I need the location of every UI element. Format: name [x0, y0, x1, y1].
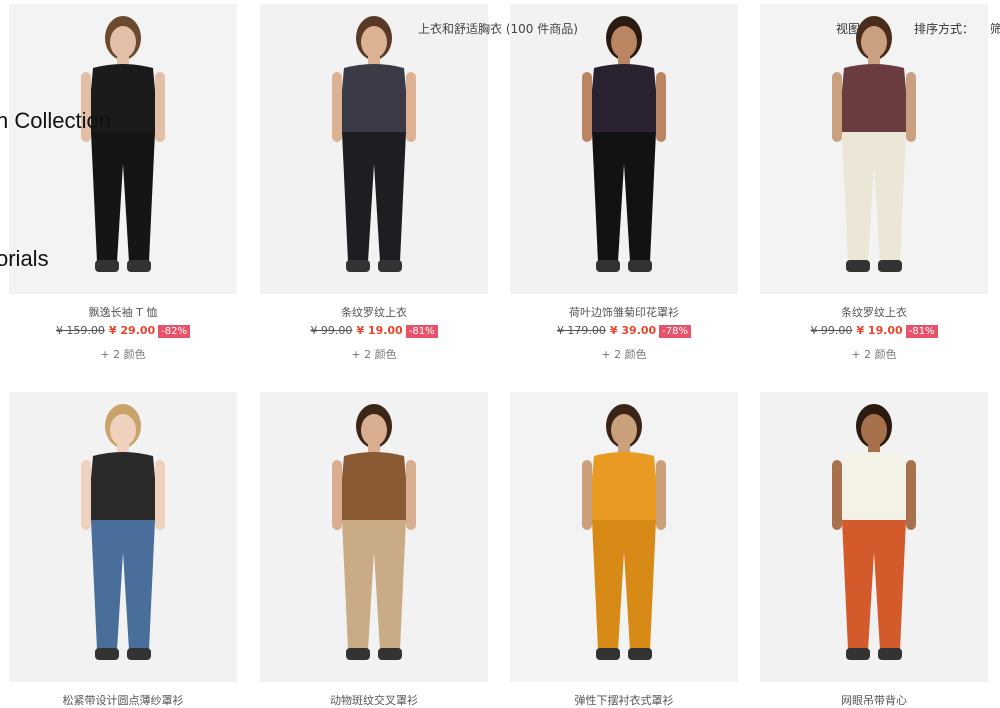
filter-button[interactable]: 筛	[990, 20, 1000, 37]
product-image[interactable]	[510, 392, 738, 682]
side-menu-tutorials[interactable]: orials	[0, 246, 49, 272]
view-toggle[interactable]: 视图	[836, 20, 860, 37]
product-image[interactable]	[260, 4, 488, 294]
sale-price: ¥ 19.00	[856, 324, 903, 337]
product-image[interactable]	[760, 4, 988, 294]
side-menu-collection[interactable]: n Collection	[0, 108, 111, 134]
product-image[interactable]	[9, 392, 237, 682]
product-name[interactable]: 网眼吊带背心	[760, 692, 988, 707]
product-name[interactable]: 飘逸长袖 T 恤	[9, 304, 237, 319]
original-price: ¥ 179.00	[556, 324, 606, 337]
product-image[interactable]	[260, 392, 488, 682]
original-price: ¥ 99.00	[310, 324, 353, 337]
product-price: ¥ 179.00 ¥ 39.00 -78%	[510, 323, 738, 339]
sale-price: ¥ 19.00	[356, 324, 403, 337]
discount-badge: -78%	[659, 325, 692, 338]
product-price: ¥ 99.00 ¥ 19.00 -81%	[260, 323, 488, 339]
product-name[interactable]: 荷叶边饰雏菊印花罩衫	[510, 304, 738, 319]
product-card[interactable]: 飘逸长袖 T 恤 ¥ 159.00 ¥ 29.00 -82% + 2 颜色	[9, 4, 237, 362]
product-card[interactable]: 动物斑纹交叉罩衫	[260, 392, 488, 707]
product-image[interactable]	[760, 392, 988, 682]
product-name[interactable]: 动物斑纹交叉罩衫	[260, 692, 488, 707]
product-name[interactable]: 松紧带设计圆点薄纱罩衫	[9, 692, 237, 707]
sort-label[interactable]: 排序方式：	[914, 20, 974, 37]
product-card[interactable]: 荷叶边饰雏菊印花罩衫 ¥ 179.00 ¥ 39.00 -78% + 2 颜色	[510, 4, 738, 362]
product-price: ¥ 99.00 ¥ 19.00 -81%	[760, 323, 988, 339]
discount-badge: -82%	[158, 325, 191, 338]
product-image[interactable]	[510, 4, 738, 294]
sale-price: ¥ 29.00	[108, 324, 156, 337]
more-colors-link[interactable]: + 2 颜色	[260, 346, 488, 362]
product-name[interactable]: 条纹罗纹上衣	[760, 304, 988, 319]
discount-badge: -81%	[405, 325, 438, 338]
more-colors-link[interactable]: + 2 颜色	[9, 346, 237, 362]
sale-price: ¥ 39.00	[609, 324, 657, 337]
product-card[interactable]: 条纹罗纹上衣 ¥ 99.00 ¥ 19.00 -81% + 2 颜色	[260, 4, 488, 362]
page-title: 上衣和舒适胸衣 (100 件商品)	[418, 22, 578, 36]
product-card[interactable]: 网眼吊带背心	[760, 392, 988, 707]
more-colors-link[interactable]: + 2 颜色	[760, 346, 988, 362]
product-card[interactable]: 弹性下摆衬衣式罩衫	[510, 392, 738, 707]
more-colors-link[interactable]: + 2 颜色	[510, 346, 738, 362]
product-name[interactable]: 条纹罗纹上衣	[260, 304, 488, 319]
original-price: ¥ 99.00	[810, 324, 853, 337]
product-card[interactable]: 条纹罗纹上衣 ¥ 99.00 ¥ 19.00 -81% + 2 颜色	[760, 4, 988, 362]
product-card[interactable]: 松紧带设计圆点薄纱罩衫	[9, 392, 237, 707]
product-name[interactable]: 弹性下摆衬衣式罩衫	[510, 692, 738, 707]
product-price: ¥ 159.00 ¥ 29.00 -82%	[9, 323, 237, 339]
original-price: ¥ 159.00	[55, 324, 105, 337]
discount-badge: -81%	[905, 325, 938, 338]
